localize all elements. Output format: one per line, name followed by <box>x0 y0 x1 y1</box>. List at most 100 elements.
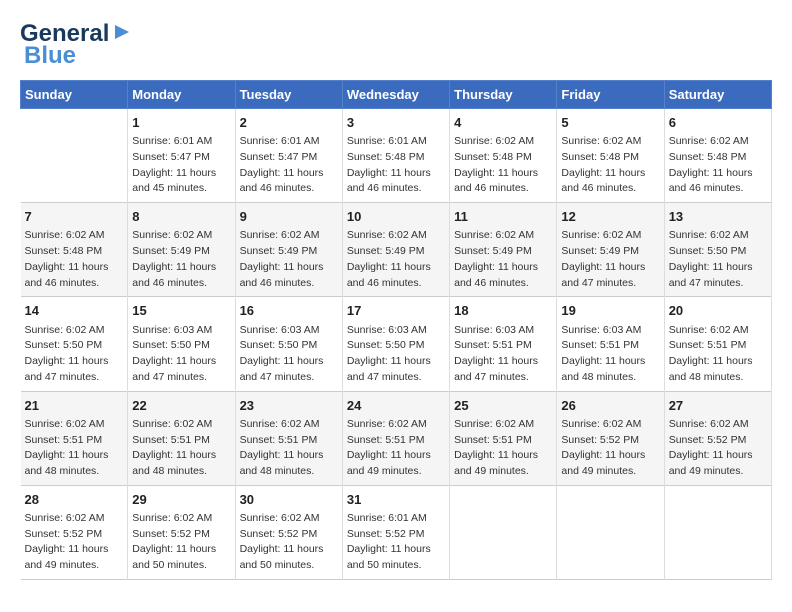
calendar-cell: 22 Sunrise: 6:02 AM Sunset: 5:51 PM Dayli… <box>128 391 235 485</box>
calendar-cell: 21Sunrise: 6:02 AM Sunset: 5:51 PM Dayli… <box>21 391 128 485</box>
day-info: Sunrise: 6:02 AM Sunset: 5:52 PM Dayligh… <box>240 512 324 571</box>
day-info: Sunrise: 6:02 AM Sunset: 5:48 PM Dayligh… <box>669 135 753 194</box>
calendar-cell: 17 Sunrise: 6:03 AM Sunset: 5:50 PM Dayli… <box>342 297 449 391</box>
calendar-cell: 9 Sunrise: 6:02 AM Sunset: 5:49 PM Daylig… <box>235 203 342 297</box>
calendar-cell: 24 Sunrise: 6:02 AM Sunset: 5:51 PM Dayli… <box>342 391 449 485</box>
day-number: 9 <box>240 208 338 226</box>
day-number: 5 <box>561 114 659 132</box>
day-number: 16 <box>240 302 338 320</box>
day-number: 22 <box>132 397 230 415</box>
calendar-cell: 12 Sunrise: 6:02 AM Sunset: 5:49 PM Dayli… <box>557 203 664 297</box>
day-info: Sunrise: 6:03 AM Sunset: 5:51 PM Dayligh… <box>561 324 645 383</box>
day-number: 12 <box>561 208 659 226</box>
calendar-cell: 19 Sunrise: 6:03 AM Sunset: 5:51 PM Dayli… <box>557 297 664 391</box>
day-info: Sunrise: 6:02 AM Sunset: 5:49 PM Dayligh… <box>454 229 538 288</box>
day-number: 19 <box>561 302 659 320</box>
day-number: 29 <box>132 491 230 509</box>
day-info: Sunrise: 6:02 AM Sunset: 5:49 PM Dayligh… <box>240 229 324 288</box>
day-number: 15 <box>132 302 230 320</box>
day-number: 6 <box>669 114 767 132</box>
page-header: General Blue <box>20 20 772 70</box>
header-sunday: Sunday <box>21 81 128 109</box>
day-info: Sunrise: 6:02 AM Sunset: 5:51 PM Dayligh… <box>25 418 109 477</box>
calendar-cell: 15 Sunrise: 6:03 AM Sunset: 5:50 PM Dayli… <box>128 297 235 391</box>
day-info: Sunrise: 6:02 AM Sunset: 5:52 PM Dayligh… <box>25 512 109 571</box>
calendar-cell: 13Sunrise: 6:02 AM Sunset: 5:50 PM Dayli… <box>664 203 771 297</box>
day-number: 3 <box>347 114 445 132</box>
calendar-cell: 27Sunrise: 6:02 AM Sunset: 5:52 PM Dayli… <box>664 391 771 485</box>
day-number: 11 <box>454 208 552 226</box>
calendar-cell: 10Sunrise: 6:02 AM Sunset: 5:49 PM Dayli… <box>342 203 449 297</box>
day-info: Sunrise: 6:02 AM Sunset: 5:49 PM Dayligh… <box>132 229 216 288</box>
calendar-cell: 25 Sunrise: 6:02 AM Sunset: 5:51 PM Dayli… <box>450 391 557 485</box>
day-info: Sunrise: 6:03 AM Sunset: 5:50 PM Dayligh… <box>132 324 216 383</box>
header-monday: Monday <box>128 81 235 109</box>
day-info: Sunrise: 6:02 AM Sunset: 5:51 PM Dayligh… <box>454 418 538 477</box>
calendar-week-row: 1 Sunrise: 6:01 AM Sunset: 5:47 PM Daylig… <box>21 109 772 203</box>
day-info: Sunrise: 6:02 AM Sunset: 5:51 PM Dayligh… <box>240 418 324 477</box>
day-info: Sunrise: 6:02 AM Sunset: 5:48 PM Dayligh… <box>561 135 645 194</box>
calendar-cell: 5 Sunrise: 6:02 AM Sunset: 5:48 PM Daylig… <box>557 109 664 203</box>
calendar-cell: 2 Sunrise: 6:01 AM Sunset: 5:47 PM Daylig… <box>235 109 342 203</box>
day-number: 2 <box>240 114 338 132</box>
day-info: Sunrise: 6:03 AM Sunset: 5:51 PM Dayligh… <box>454 324 538 383</box>
logo-blue: Blue <box>24 42 76 70</box>
day-info: Sunrise: 6:01 AM Sunset: 5:47 PM Dayligh… <box>240 135 324 194</box>
header-thursday: Thursday <box>450 81 557 109</box>
calendar-cell: 16 Sunrise: 6:03 AM Sunset: 5:50 PM Dayli… <box>235 297 342 391</box>
day-number: 18 <box>454 302 552 320</box>
day-number: 31 <box>347 491 445 509</box>
day-info: Sunrise: 6:03 AM Sunset: 5:50 PM Dayligh… <box>347 324 431 383</box>
calendar-cell: 1 Sunrise: 6:01 AM Sunset: 5:47 PM Daylig… <box>128 109 235 203</box>
day-info: Sunrise: 6:02 AM Sunset: 5:49 PM Dayligh… <box>561 229 645 288</box>
calendar-cell: 14 Sunrise: 6:02 AM Sunset: 5:50 PM Dayli… <box>21 297 128 391</box>
header-saturday: Saturday <box>664 81 771 109</box>
day-info: Sunrise: 6:01 AM Sunset: 5:47 PM Dayligh… <box>132 135 216 194</box>
day-number: 17 <box>347 302 445 320</box>
logo-arrow-icon <box>111 21 133 43</box>
day-number: 25 <box>454 397 552 415</box>
calendar-cell <box>557 485 664 579</box>
day-info: Sunrise: 6:02 AM Sunset: 5:49 PM Dayligh… <box>347 229 431 288</box>
calendar-cell: 3Sunrise: 6:01 AM Sunset: 5:48 PM Daylig… <box>342 109 449 203</box>
day-number: 24 <box>347 397 445 415</box>
calendar-week-row: 21Sunrise: 6:02 AM Sunset: 5:51 PM Dayli… <box>21 391 772 485</box>
day-number: 26 <box>561 397 659 415</box>
calendar-cell: 8 Sunrise: 6:02 AM Sunset: 5:49 PM Daylig… <box>128 203 235 297</box>
day-number: 4 <box>454 114 552 132</box>
day-info: Sunrise: 6:02 AM Sunset: 5:48 PM Dayligh… <box>454 135 538 194</box>
calendar-cell: 23 Sunrise: 6:02 AM Sunset: 5:51 PM Dayli… <box>235 391 342 485</box>
day-info: Sunrise: 6:02 AM Sunset: 5:51 PM Dayligh… <box>669 324 753 383</box>
day-number: 1 <box>132 114 230 132</box>
calendar-cell: 28 Sunrise: 6:02 AM Sunset: 5:52 PM Dayli… <box>21 485 128 579</box>
calendar-week-row: 7Sunrise: 6:02 AM Sunset: 5:48 PM Daylig… <box>21 203 772 297</box>
logo: General Blue <box>20 20 133 70</box>
day-number: 23 <box>240 397 338 415</box>
day-info: Sunrise: 6:03 AM Sunset: 5:50 PM Dayligh… <box>240 324 324 383</box>
day-number: 7 <box>25 208 124 226</box>
calendar-cell <box>664 485 771 579</box>
day-info: Sunrise: 6:02 AM Sunset: 5:51 PM Dayligh… <box>347 418 431 477</box>
calendar-cell: 11 Sunrise: 6:02 AM Sunset: 5:49 PM Dayli… <box>450 203 557 297</box>
day-info: Sunrise: 6:01 AM Sunset: 5:52 PM Dayligh… <box>347 512 431 571</box>
header-wednesday: Wednesday <box>342 81 449 109</box>
calendar-header-row: SundayMondayTuesdayWednesdayThursdayFrid… <box>21 81 772 109</box>
calendar-cell: 18 Sunrise: 6:03 AM Sunset: 5:51 PM Dayli… <box>450 297 557 391</box>
day-number: 27 <box>669 397 767 415</box>
calendar-table: SundayMondayTuesdayWednesdayThursdayFrid… <box>20 80 772 580</box>
day-info: Sunrise: 6:02 AM Sunset: 5:50 PM Dayligh… <box>25 324 109 383</box>
calendar-week-row: 28 Sunrise: 6:02 AM Sunset: 5:52 PM Dayli… <box>21 485 772 579</box>
calendar-week-row: 14 Sunrise: 6:02 AM Sunset: 5:50 PM Dayli… <box>21 297 772 391</box>
calendar-cell: 29Sunrise: 6:02 AM Sunset: 5:52 PM Dayli… <box>128 485 235 579</box>
day-number: 14 <box>25 302 124 320</box>
day-number: 8 <box>132 208 230 226</box>
calendar-cell <box>450 485 557 579</box>
header-friday: Friday <box>557 81 664 109</box>
calendar-cell: 4 Sunrise: 6:02 AM Sunset: 5:48 PM Daylig… <box>450 109 557 203</box>
calendar-cell: 20 Sunrise: 6:02 AM Sunset: 5:51 PM Dayli… <box>664 297 771 391</box>
day-number: 28 <box>25 491 124 509</box>
day-info: Sunrise: 6:02 AM Sunset: 5:51 PM Dayligh… <box>132 418 216 477</box>
day-number: 20 <box>669 302 767 320</box>
calendar-cell: 26Sunrise: 6:02 AM Sunset: 5:52 PM Dayli… <box>557 391 664 485</box>
calendar-cell: 31 Sunrise: 6:01 AM Sunset: 5:52 PM Dayli… <box>342 485 449 579</box>
